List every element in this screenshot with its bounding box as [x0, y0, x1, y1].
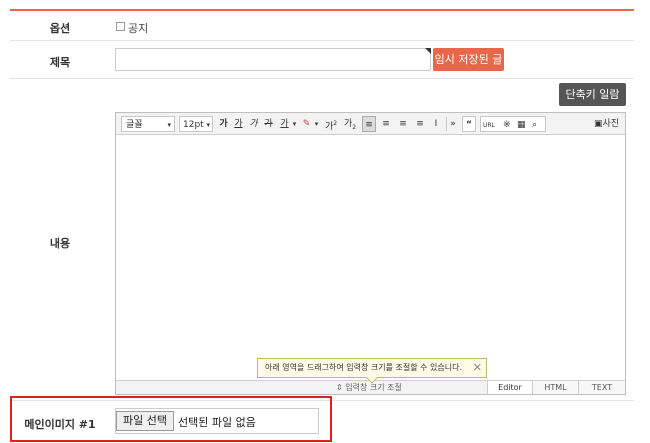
font-select[interactable]: 글꼴 ▾ [121, 116, 175, 132]
subscript-button[interactable]: 가2 [342, 116, 358, 132]
photo-button[interactable]: ▣사진 [590, 116, 623, 132]
line-height-icon[interactable]: I [429, 116, 443, 132]
resize-icon: ⇕ [336, 383, 343, 392]
rich-text-editor: 글꼴 ▾ 12pt ▾ 가 가 가 가 가 ▾ ✎ ▾ 가2 가2 ≡ ≡ ≡ ≡ … [115, 112, 626, 395]
font-select-value: 글꼴 [126, 120, 143, 130]
notice-checkbox-label: 공지 [128, 22, 149, 35]
top-rule [10, 9, 634, 11]
italic-button[interactable]: 가 [247, 116, 260, 132]
content-label: 내용 [49, 237, 71, 250]
resize-text: 입력창 크기 조절 [345, 383, 402, 392]
divider [10, 40, 634, 41]
resize-label: ⇕ 입력창 크기 조절 [336, 382, 402, 393]
size-select[interactable]: 12pt ▾ [179, 116, 213, 132]
main-image-label: 메인이미지 #1 [24, 418, 96, 431]
table-icon: ▦ [517, 120, 526, 130]
notice-checkbox[interactable] [116, 22, 125, 31]
chevron-down-icon[interactable]: ▾ [291, 116, 298, 132]
chevron-down-icon: ▾ [206, 121, 210, 129]
tab-text[interactable]: TEXT [578, 381, 625, 394]
align-center-icon[interactable]: ≡ [379, 116, 393, 132]
divider [10, 78, 634, 79]
search-icon: ⌕ [532, 120, 538, 130]
toolbar-separator [446, 117, 447, 131]
strikethrough-button[interactable]: 가 [262, 116, 275, 132]
superscript-button[interactable]: 가2 [323, 116, 339, 132]
tab-editor[interactable]: Editor [487, 381, 532, 394]
superscript-label: 가 [324, 122, 334, 132]
subscript-label: 가 [343, 119, 353, 129]
tab-html[interactable]: HTML [532, 381, 578, 394]
title-label: 제목 [49, 56, 71, 69]
corner-mark-icon [425, 48, 431, 54]
tooltip-text: 아래 영역을 드래그하여 입력창 크기를 조절할 수 있습니다. [265, 363, 462, 372]
chevron-down-icon[interactable]: ▾ [313, 116, 320, 132]
align-right-icon[interactable]: ≡ [396, 116, 410, 132]
title-input[interactable] [115, 48, 431, 71]
file-select-button[interactable]: 파일 선택 [116, 411, 174, 431]
resize-tooltip: 아래 영역을 드래그하여 입력창 크기를 조절할 수 있습니다. ✕ [257, 358, 487, 384]
close-icon[interactable]: ✕ [473, 359, 482, 377]
align-left-icon[interactable]: ≡ [362, 116, 376, 132]
shortcut-list-button[interactable]: 단축키 일람 [559, 83, 626, 106]
editor-toolbar: 글꼴 ▾ 12pt ▾ 가 가 가 가 가 ▾ ✎ ▾ 가2 가2 ≡ ≡ ≡ ≡ … [116, 113, 625, 135]
special-char-icon: ※ [503, 120, 511, 130]
url-button[interactable]: URL ※ ▦ ⌕ [480, 116, 546, 132]
editor-content-area[interactable] [116, 135, 625, 381]
bold-button[interactable]: 가 [217, 116, 230, 132]
file-status-text: 선택된 파일 없음 [178, 416, 256, 429]
font-color-button[interactable]: 가 [278, 116, 291, 132]
align-justify-icon[interactable]: ≡ [413, 116, 427, 132]
photo-label: 사진 [602, 119, 620, 129]
saved-draft-button[interactable]: 임시 저장된 글 [433, 48, 504, 71]
size-select-value: 12pt [183, 120, 204, 130]
more-button[interactable]: » [448, 116, 458, 132]
quote-button[interactable]: “ [462, 116, 476, 132]
chevron-down-icon: ▾ [167, 121, 171, 129]
option-label: 옵션 [49, 22, 71, 35]
url-label: URL [483, 122, 495, 129]
highlight-color-icon[interactable]: ✎ [300, 116, 313, 132]
underline-button[interactable]: 가 [232, 116, 245, 132]
